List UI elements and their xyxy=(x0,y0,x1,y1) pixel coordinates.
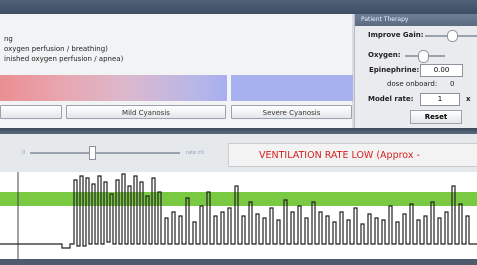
model-rate-input[interactable]: 1 xyxy=(420,93,460,106)
epinephrine-label: Epinephrine: xyxy=(369,66,420,74)
dose-onboard-label: dose onboard: xyxy=(387,80,438,88)
epinephrine-input[interactable]: 0.00 xyxy=(420,64,463,77)
cyanosis-severe-swatch xyxy=(231,75,353,101)
rate-slider-max-label: rate ctl xyxy=(186,150,204,156)
respiration-trace-svg xyxy=(0,172,477,259)
legend-line-3: inished oxygen perfusion / apnea) xyxy=(4,55,124,63)
cyanosis-gradient-bar xyxy=(0,75,227,101)
model-rate-suffix: x xyxy=(466,95,471,103)
oxygen-thumb[interactable] xyxy=(418,50,429,63)
oxygen-label: Oxygen: xyxy=(368,51,401,59)
cyanosis-none-button[interactable] xyxy=(0,105,62,119)
dose-onboard-value: 0 xyxy=(450,80,455,88)
bottom-bar xyxy=(0,259,477,265)
ventilation-rate-thumb[interactable] xyxy=(89,146,96,160)
improve-gain-label: Improve Gain: xyxy=(368,31,424,39)
legend-line-1: ng xyxy=(4,35,13,43)
respiration-graph xyxy=(0,172,477,259)
legend-line-2: oxygen perfusion / breathing) xyxy=(4,45,108,53)
model-rate-label: Model rate: xyxy=(368,95,414,103)
improve-gain-thumb[interactable] xyxy=(447,30,458,42)
respiration-trace xyxy=(0,173,477,249)
rate-slider-min-label: 0 xyxy=(22,150,26,156)
ventilation-rate-slider[interactable] xyxy=(30,152,180,154)
severe-cyanosis-button[interactable]: Severe Cyanosis xyxy=(231,105,352,119)
ventilation-alert: VENTILATION RATE LOW (Approx - xyxy=(228,143,477,167)
panel-title: Patient Therapy xyxy=(355,14,477,26)
top-title-bar xyxy=(0,0,477,14)
legend: ng oxygen perfusion / breathing) inished… xyxy=(4,34,123,64)
mild-cyanosis-button[interactable]: Mild Cyanosis xyxy=(66,105,226,119)
reset-button[interactable]: Reset xyxy=(410,110,462,124)
